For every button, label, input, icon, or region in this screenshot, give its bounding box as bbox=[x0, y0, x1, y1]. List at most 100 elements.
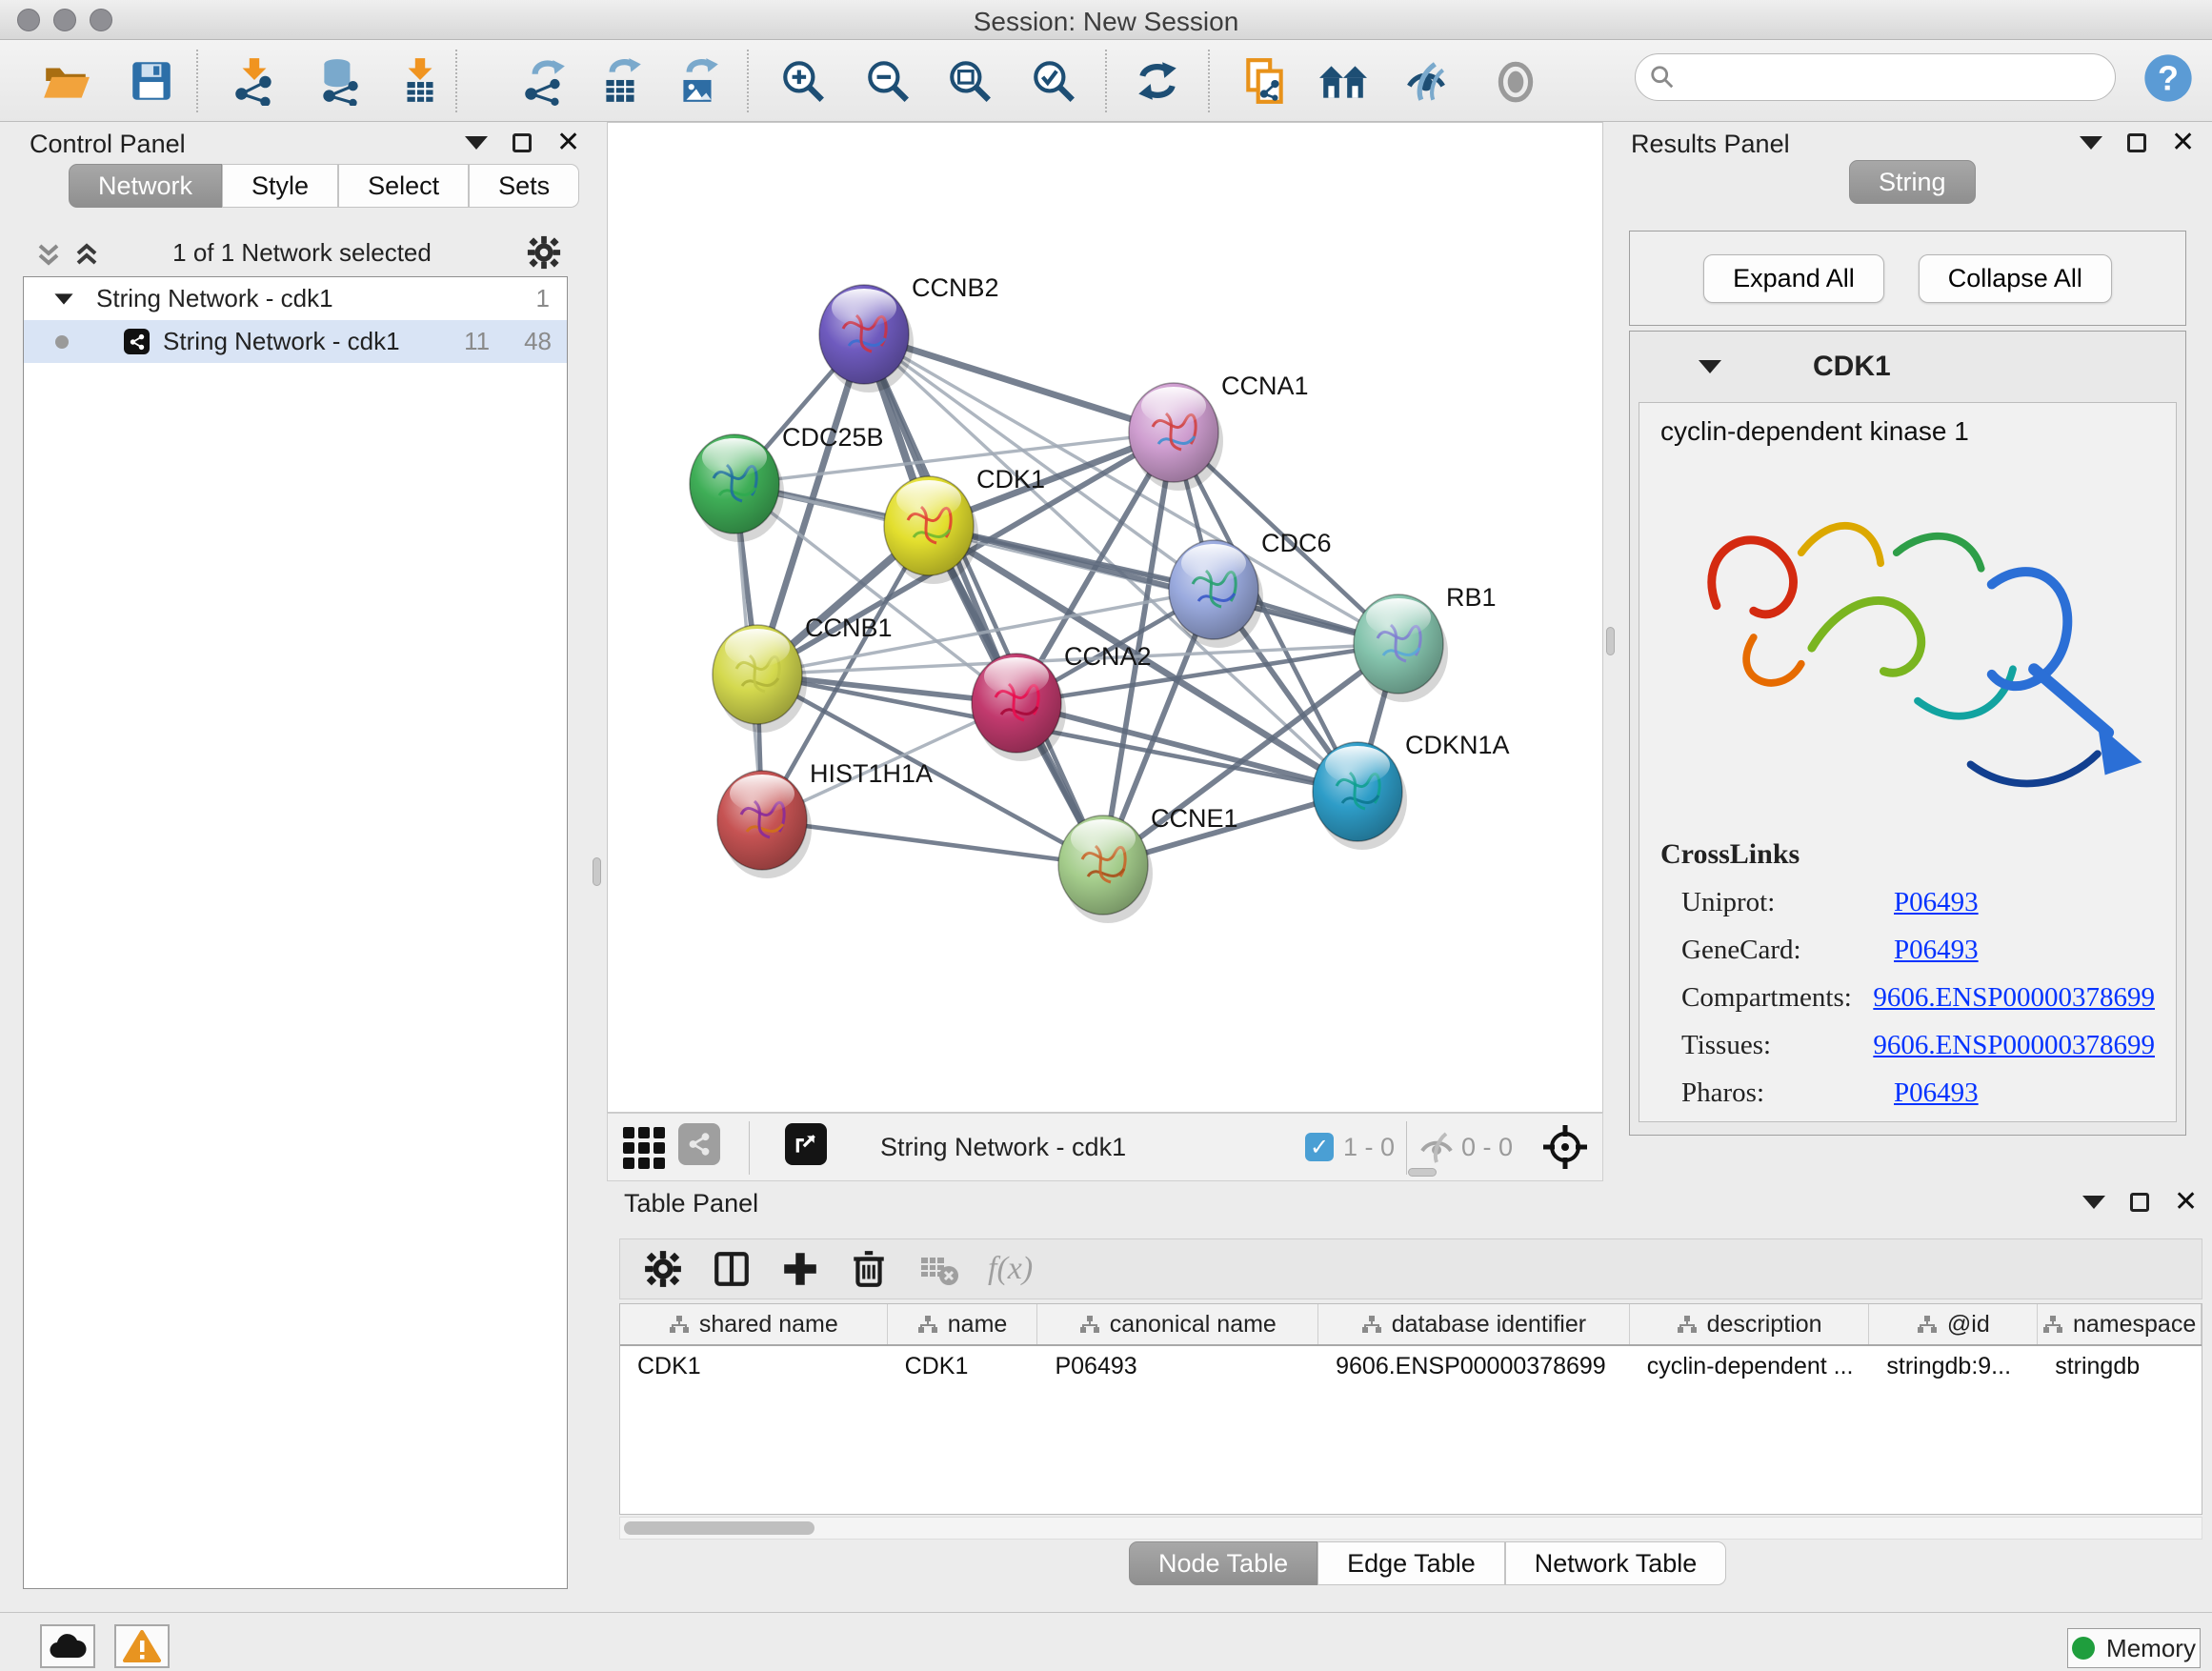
network-node-ccnb2[interactable] bbox=[819, 285, 914, 393]
table-cell[interactable]: 9606.ENSP00000378699 bbox=[1318, 1346, 1630, 1386]
crosslink-value: P06493 bbox=[1894, 935, 1979, 966]
close-panel-icon[interactable]: ✕ bbox=[2174, 1193, 2198, 1212]
node-section-title: CDK1 bbox=[1813, 351, 1891, 383]
horizontal-scrollbar[interactable] bbox=[619, 1517, 2202, 1540]
table-settings-gear-icon[interactable] bbox=[643, 1249, 683, 1289]
crosslink-link[interactable]: P06493 bbox=[1894, 935, 1979, 965]
table-cell[interactable]: stringdb:9... bbox=[1869, 1346, 2038, 1386]
network-row[interactable]: String Network - cdk1 11 48 bbox=[24, 320, 567, 363]
apply-layout-icon[interactable] bbox=[1132, 55, 1183, 107]
tab-select[interactable]: Select bbox=[338, 164, 469, 208]
new-network-from-selection-icon[interactable] bbox=[1239, 55, 1291, 107]
column-header-database-identifier[interactable]: database identifier bbox=[1318, 1304, 1630, 1344]
column-header-name[interactable]: name bbox=[888, 1304, 1038, 1344]
close-panel-icon[interactable]: ✕ bbox=[2171, 133, 2195, 152]
scrollbar-thumb[interactable] bbox=[624, 1521, 814, 1535]
delete-column-trash-icon[interactable] bbox=[849, 1249, 889, 1289]
network-node-ccna1[interactable] bbox=[1129, 383, 1223, 491]
zoom-selected-icon[interactable] bbox=[1028, 55, 1079, 107]
crosslink-link[interactable]: 9606.ENSP00000378699 bbox=[1873, 1030, 2155, 1060]
detach-view-icon[interactable] bbox=[785, 1123, 827, 1165]
crosslink-label: Tissues: bbox=[1660, 1030, 1873, 1061]
export-image-icon[interactable] bbox=[673, 55, 724, 107]
tab-network[interactable]: Network bbox=[69, 164, 222, 208]
panel-menu-icon[interactable] bbox=[2082, 1196, 2105, 1209]
network-edge[interactable] bbox=[762, 820, 1103, 865]
crosslink-label: Uniprot: bbox=[1660, 887, 1894, 918]
network-collection-row[interactable]: String Network - cdk1 1 bbox=[24, 277, 567, 320]
table-cell[interactable]: stringdb bbox=[2038, 1346, 2202, 1386]
column-header-description[interactable]: description bbox=[1630, 1304, 1870, 1344]
collection-expand-icon[interactable] bbox=[54, 293, 72, 304]
import-table-icon[interactable] bbox=[394, 55, 446, 107]
table-cell[interactable]: P06493 bbox=[1037, 1346, 1318, 1386]
collapse-all-button[interactable]: Collapse All bbox=[1919, 254, 2112, 303]
network-overview-icon[interactable] bbox=[678, 1123, 720, 1165]
birds-eye-grid-icon[interactable] bbox=[623, 1127, 665, 1169]
network-node-label: CDKN1A bbox=[1405, 731, 1510, 759]
import-network-database-icon[interactable] bbox=[314, 55, 366, 107]
network-node-rb1[interactable] bbox=[1354, 594, 1448, 702]
tab-string[interactable]: String bbox=[1849, 160, 1976, 204]
float-panel-icon[interactable] bbox=[2127, 133, 2146, 152]
export-network-icon[interactable] bbox=[518, 55, 570, 107]
main-toolbar: ? bbox=[0, 40, 2212, 122]
tab-edge-table[interactable]: Edge Table bbox=[1317, 1541, 1505, 1585]
table-cell[interactable]: CDK1 bbox=[888, 1346, 1038, 1386]
column-header--id[interactable]: @id bbox=[1869, 1304, 2038, 1344]
selected-checkbox-icon[interactable]: ✓ bbox=[1305, 1133, 1334, 1161]
float-panel-icon[interactable] bbox=[513, 133, 532, 152]
tab-network-table[interactable]: Network Table bbox=[1505, 1541, 1727, 1585]
close-panel-icon[interactable]: ✕ bbox=[556, 133, 580, 152]
tab-style[interactable]: Style bbox=[222, 164, 338, 208]
float-panel-icon[interactable] bbox=[2130, 1193, 2149, 1212]
memory-button[interactable]: Memory bbox=[2067, 1628, 2201, 1668]
column-header-namespace[interactable]: namespace bbox=[2038, 1304, 2202, 1344]
show-columns-icon[interactable] bbox=[712, 1249, 752, 1289]
crosslink-link[interactable]: P06493 bbox=[1894, 1077, 1979, 1108]
status-bar: Memory bbox=[0, 1612, 2212, 1671]
open-folder-icon[interactable] bbox=[40, 55, 91, 107]
network-canvas[interactable]: CCNB2CCNA1CDC25BCDK1CDC6RB1CCNB1CCNA2CDK… bbox=[607, 122, 1603, 1113]
expand-all-button[interactable]: Expand All bbox=[1703, 254, 1884, 303]
fit-content-crosshair-icon[interactable] bbox=[1539, 1121, 1591, 1173]
section-collapse-icon[interactable] bbox=[1699, 360, 1721, 373]
cloud-button[interactable] bbox=[40, 1624, 95, 1668]
node-section-header[interactable]: CDK1 bbox=[1630, 332, 2185, 402]
panel-menu-icon[interactable] bbox=[2080, 136, 2102, 150]
houses-icon[interactable] bbox=[1317, 55, 1369, 107]
window-title: Session: New Session bbox=[0, 7, 2212, 37]
warning-button[interactable] bbox=[114, 1624, 170, 1668]
save-icon[interactable] bbox=[126, 55, 177, 107]
splitter-handle[interactable] bbox=[1408, 1168, 1437, 1177]
add-column-plus-icon[interactable] bbox=[780, 1249, 820, 1289]
network-node-hist1h1a[interactable] bbox=[717, 771, 812, 878]
network-node-ccne1[interactable] bbox=[1058, 815, 1153, 923]
network-node-cdc25b[interactable] bbox=[690, 434, 784, 542]
column-header-shared-name[interactable]: shared name bbox=[620, 1304, 888, 1344]
table-cell[interactable]: CDK1 bbox=[620, 1346, 888, 1386]
table-row[interactable]: CDK1CDK1P064939606.ENSP00000378699cyclin… bbox=[620, 1346, 2202, 1386]
node-description: cyclin-dependent kinase 1 bbox=[1660, 416, 2155, 447]
zoom-in-icon[interactable] bbox=[777, 55, 829, 107]
panel-menu-icon[interactable] bbox=[465, 136, 488, 150]
search-input[interactable] bbox=[1676, 63, 2085, 92]
gear-icon[interactable] bbox=[526, 234, 562, 271]
show-graphics-details-eye-icon[interactable] bbox=[1490, 55, 1541, 107]
network-node-ccna2[interactable] bbox=[972, 654, 1066, 761]
splitter-handle[interactable] bbox=[593, 857, 601, 886]
network-node-cdk1[interactable] bbox=[884, 476, 978, 584]
export-table-icon[interactable] bbox=[595, 55, 647, 107]
column-header-canonical-name[interactable]: canonical name bbox=[1037, 1304, 1318, 1344]
zoom-fit-icon[interactable] bbox=[944, 55, 995, 107]
crosslink-link[interactable]: 9606.ENSP00000378699 bbox=[1873, 982, 2155, 1013]
help-icon[interactable]: ? bbox=[2142, 51, 2195, 105]
hide-selected-eye-icon[interactable] bbox=[1400, 55, 1452, 107]
crosslink-link[interactable]: P06493 bbox=[1894, 887, 1979, 917]
import-network-file-icon[interactable] bbox=[229, 55, 280, 107]
tab-sets[interactable]: Sets bbox=[469, 164, 579, 208]
table-cell[interactable]: cyclin-dependent ... bbox=[1630, 1346, 1870, 1386]
tab-node-table[interactable]: Node Table bbox=[1129, 1541, 1317, 1585]
network-node-cdkn1a[interactable] bbox=[1313, 742, 1407, 850]
zoom-out-icon[interactable] bbox=[862, 55, 914, 107]
